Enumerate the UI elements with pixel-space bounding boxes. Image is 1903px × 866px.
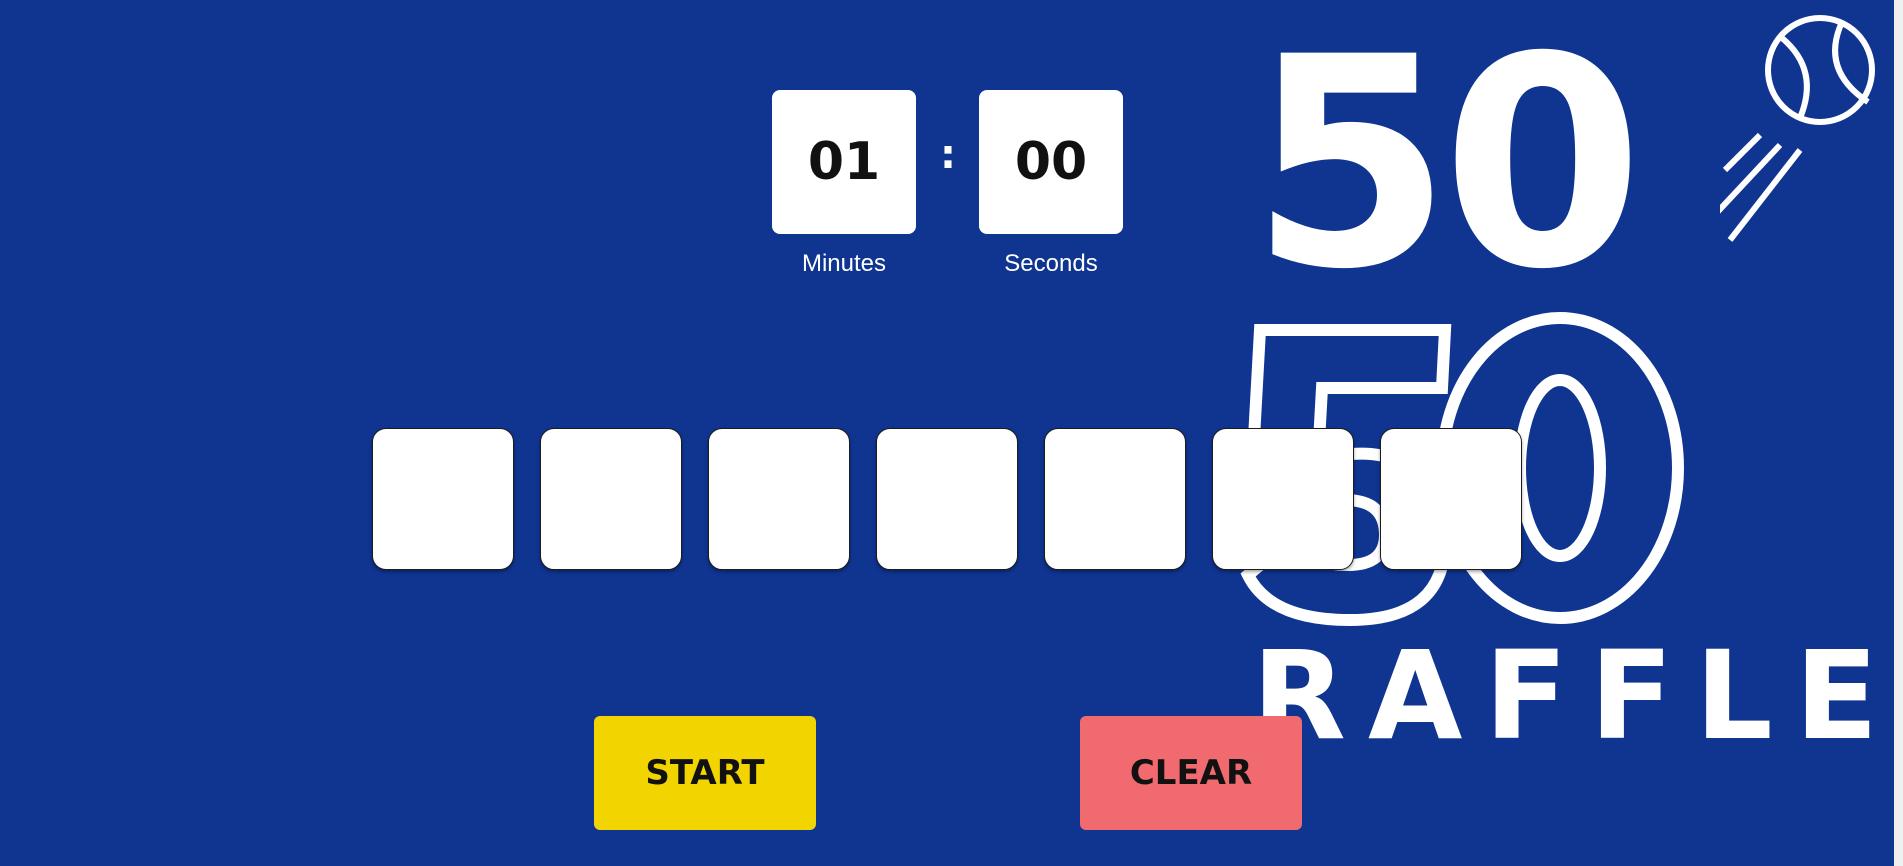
minutes-label: Minutes bbox=[801, 250, 887, 277]
scrollbar[interactable] bbox=[1894, 0, 1903, 866]
logo-solid-50: 50 bbox=[1250, 0, 1644, 333]
tennis-ball-icon bbox=[1720, 15, 1875, 242]
timer-separator: : bbox=[940, 132, 956, 178]
clear-button[interactable]: CLEAR bbox=[1080, 716, 1302, 830]
fifty-fifty-raffle-logo: 50 RAFFLE bbox=[1230, 10, 1900, 770]
number-slot-4 bbox=[876, 428, 1018, 570]
seconds-label: Seconds bbox=[1004, 250, 1098, 277]
raffle-screen: 50 RAFFLE 01 : 00 Minutes Seconds START … bbox=[0, 0, 1903, 866]
logo-raffle-text: RAFFLE bbox=[1252, 625, 1901, 767]
number-slot-7 bbox=[1380, 428, 1522, 570]
minutes-display: 01 bbox=[772, 90, 916, 234]
start-button[interactable]: START bbox=[594, 716, 816, 830]
number-slot-3 bbox=[708, 428, 850, 570]
number-slot-5 bbox=[1044, 428, 1186, 570]
seconds-display: 00 bbox=[979, 90, 1123, 234]
number-slot-6 bbox=[1212, 428, 1354, 570]
number-slot-1 bbox=[372, 428, 514, 570]
number-slot-2 bbox=[540, 428, 682, 570]
